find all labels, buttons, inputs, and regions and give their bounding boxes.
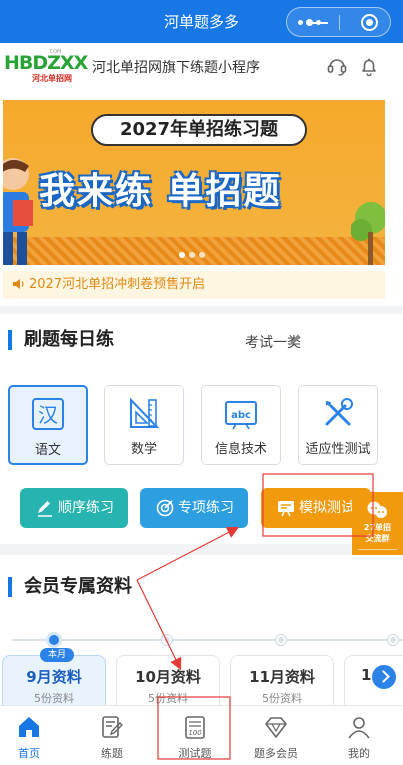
tab-label: 练题: [101, 747, 123, 760]
header-subtitle: 河北单招网旗下练题小程序: [92, 60, 260, 76]
tab-membership[interactable]: 题多会员: [236, 706, 316, 765]
plant-illustration: [351, 202, 385, 265]
diamond-icon: [265, 717, 287, 738]
tab-label: 测试题: [178, 747, 212, 760]
logo-subtext: 河北单招网: [32, 74, 72, 83]
group-chat-icon[interactable]: [366, 499, 388, 521]
side-divider: [358, 549, 397, 550]
bottom-tab-bar: 首页 练题 100 测试题 题多会员 我的: [0, 705, 403, 765]
month-label: 9月资料: [26, 668, 82, 686]
carousel-indicator: [179, 252, 205, 258]
banner-carousel[interactable]: 2027年单招练习题 我来练 单招题: [3, 100, 385, 265]
tab-home[interactable]: 首页: [0, 706, 69, 765]
edit-note-icon: [102, 716, 123, 738]
daily-practice-section: 刷题每日练 考试一类 汉 语文 数学 abc 信息技术 适应性测试 顺序练习 专…: [0, 314, 403, 544]
member-materials-section: 会员专属资料 9月资料 5份资料 本月 10月资料 5份资料 11月资料 5份资…: [0, 555, 403, 715]
capsule-menu: [286, 7, 391, 37]
month-label: 10月资料: [135, 668, 201, 686]
banner-section: 2027年单招练习题 我来练 单招题 2027河北单招冲刺卷预售开启: [0, 90, 403, 306]
logo-domain: .COM: [48, 49, 62, 55]
tab-practice[interactable]: 练题: [72, 706, 152, 765]
subject-label: 语文: [34, 443, 61, 458]
sequential-practice-button[interactable]: 顺序练习: [20, 488, 128, 528]
bell-icon[interactable]: [358, 55, 380, 77]
subject-it[interactable]: abc 信息技术: [201, 385, 281, 465]
subject-math[interactable]: 数学: [104, 385, 184, 465]
subject-aptitude[interactable]: 适应性测试: [298, 385, 378, 465]
speaker-icon: [13, 279, 24, 289]
svg-text:汉: 汉: [38, 403, 58, 427]
material-count: 5份资料: [148, 692, 188, 705]
timeline-dot: [388, 635, 398, 645]
mini-program-title-bar: 河单题多多: [0, 0, 403, 43]
tab-label: 题多会员: [254, 747, 298, 760]
timeline-dot: [162, 635, 172, 645]
subject-chinese[interactable]: 汉 语文: [8, 385, 88, 465]
timeline-dot-current: [46, 632, 62, 648]
month-label: 11月资料: [249, 668, 315, 686]
pen-icon: [38, 501, 52, 517]
student-illustration: [3, 158, 33, 265]
group-chat-label[interactable]: 27单招 交流群: [352, 522, 403, 544]
subject-label: 信息技术: [214, 442, 267, 457]
close-target-icon[interactable]: [361, 14, 378, 31]
test-board-icon: [278, 501, 294, 517]
subject-label: 适应性测试: [305, 442, 371, 457]
svg-text:100: 100: [188, 729, 202, 737]
section-title-member: 会员专属资料: [8, 577, 132, 597]
logo-text: HBDZXX: [4, 52, 88, 74]
minimize-icon[interactable]: [312, 22, 328, 24]
section-title-practice: 刷题每日练: [8, 330, 114, 350]
ruler-triangle-icon: [130, 397, 160, 428]
subject-label: 数学: [130, 442, 157, 457]
test-paper-icon: 100: [185, 716, 205, 739]
home-icon: [19, 717, 39, 737]
tools-icon: [325, 398, 353, 426]
app-header: HBDZXX .COM 河北单招网 河北单招网旗下练题小程序: [0, 43, 403, 90]
target-icon: [156, 499, 174, 517]
month-timeline: [12, 639, 403, 641]
capsule-divider: [339, 15, 340, 30]
next-month-button[interactable]: [372, 665, 396, 689]
notice-bar[interactable]: 2027河北单招冲刺卷预售开启: [3, 271, 385, 299]
button-label: 专项练习: [178, 500, 234, 516]
headset-icon[interactable]: [326, 55, 348, 77]
material-count: 5份资料: [262, 692, 302, 705]
svg-text:abc: abc: [231, 410, 251, 421]
logo: HBDZXX .COM 河北单招网: [4, 49, 88, 85]
current-month-badge: 本月: [40, 648, 74, 662]
timeline-dot: [276, 635, 286, 645]
app-screen: 河单题多多 HBDZXX .COM 河北单招网 河北单招网旗下练题小程序 202…: [0, 0, 403, 765]
banner-pill: 2027年单招练习题: [91, 114, 307, 146]
button-label: 模拟测试: [299, 500, 355, 516]
han-character-icon: 汉: [32, 398, 64, 430]
notice-text: 2027河北单招冲刺卷预售开启: [29, 277, 206, 292]
tab-label: 首页: [18, 747, 40, 760]
abc-board-icon: abc: [225, 401, 257, 430]
tab-profile[interactable]: 我的: [319, 706, 399, 765]
topic-practice-button[interactable]: 专项练习: [140, 488, 248, 528]
banner-pattern-band: [3, 237, 385, 265]
edit-pencil-icon[interactable]: [288, 333, 302, 347]
tab-label: 我的: [348, 747, 370, 760]
material-count: 5份资料: [34, 692, 74, 705]
button-label: 顺序练习: [58, 500, 114, 516]
banner-headline: 我来练 单招题: [39, 171, 282, 212]
tab-test[interactable]: 100 测试题: [155, 706, 235, 765]
user-icon: [348, 717, 370, 739]
